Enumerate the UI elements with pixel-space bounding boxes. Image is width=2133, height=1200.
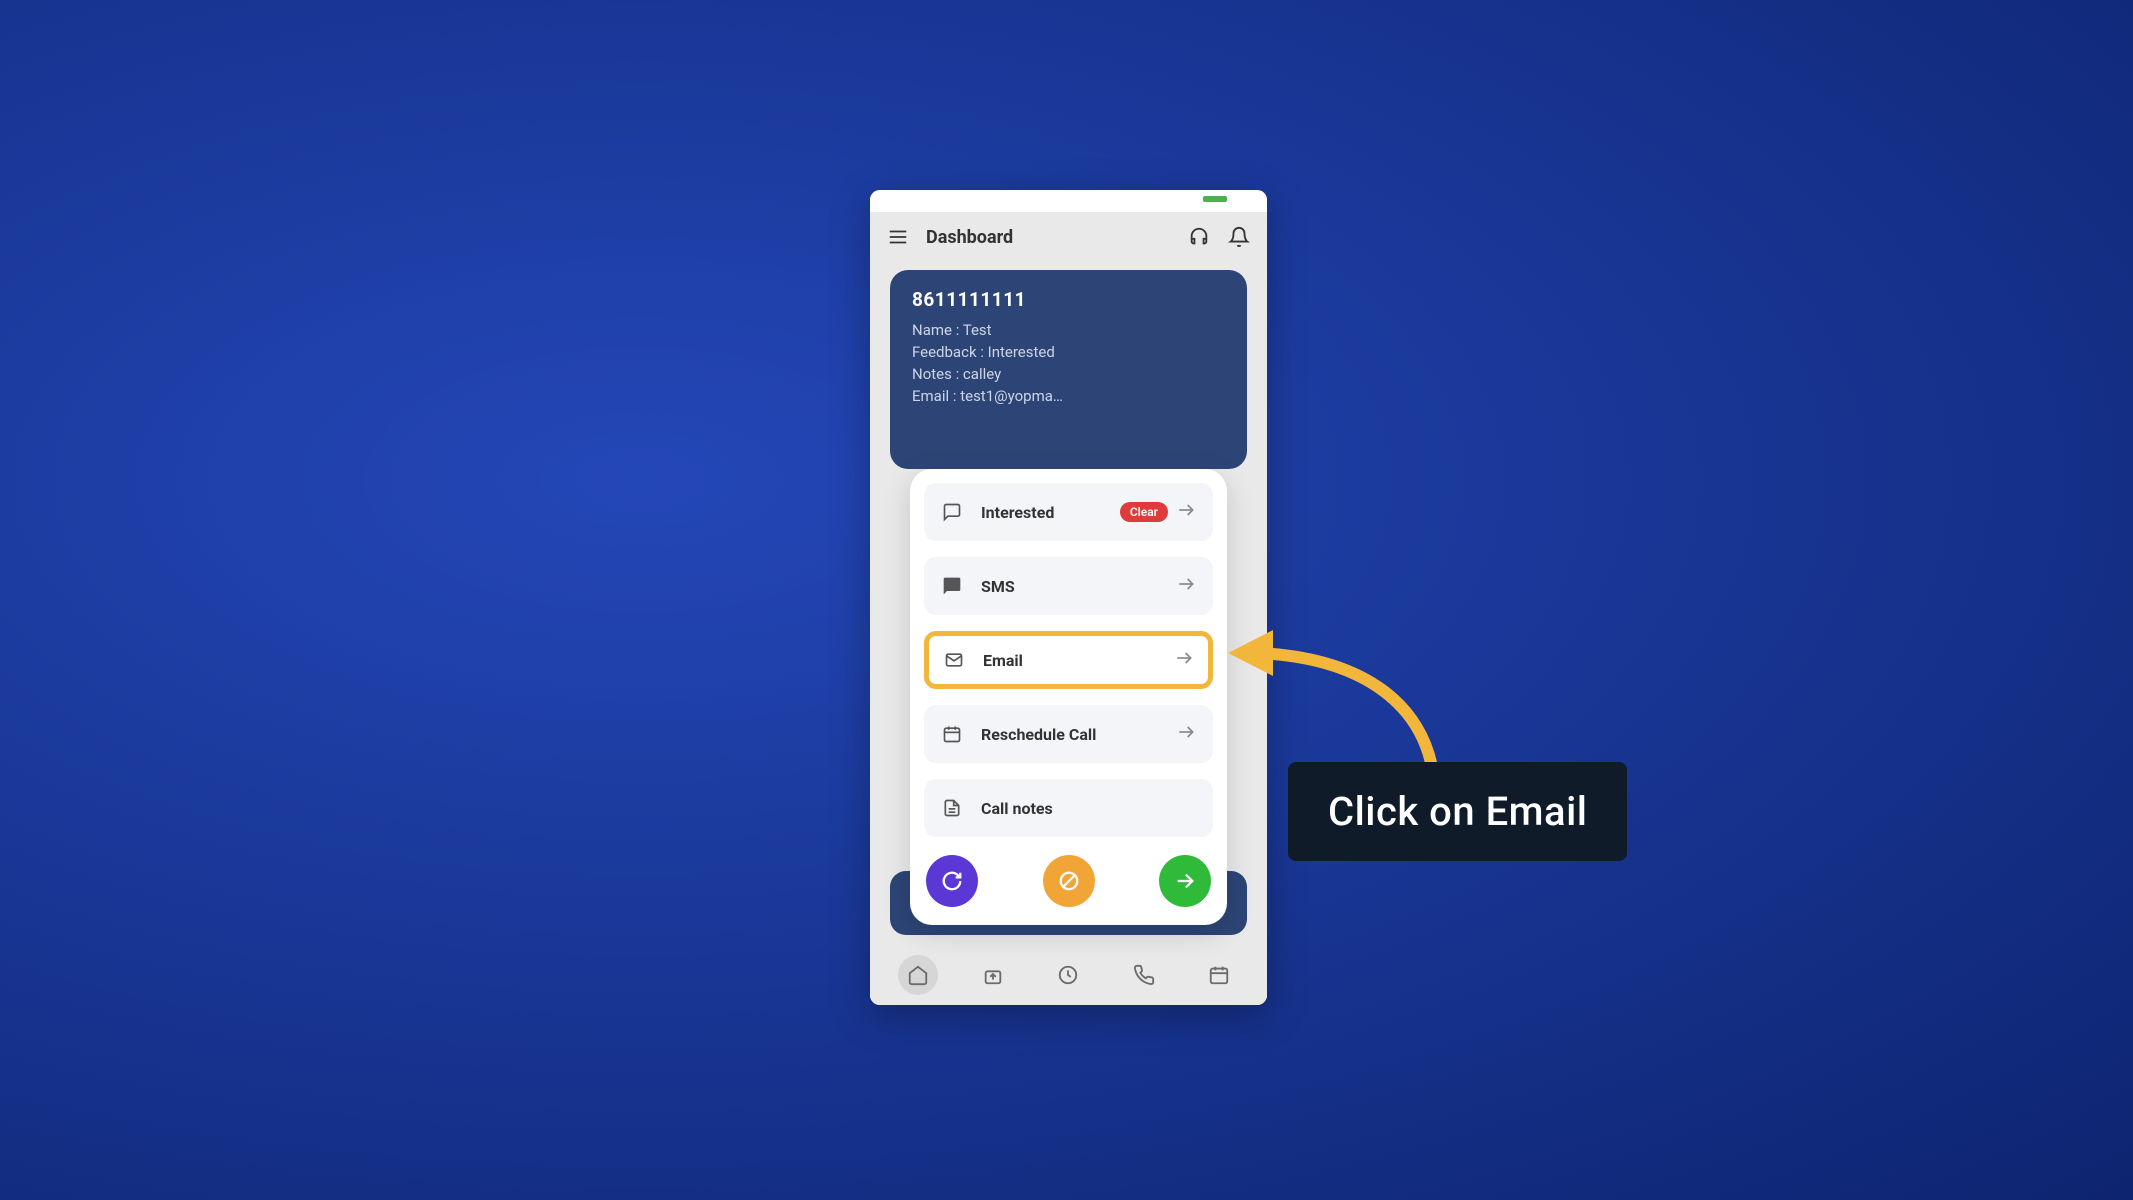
contact-feedback: Feedback : Interested — [912, 343, 1225, 361]
contact-notes: Notes : calley — [912, 365, 1225, 383]
bottom-nav — [870, 945, 1267, 1005]
clear-badge[interactable]: Clear — [1120, 502, 1168, 522]
option-label: SMS — [981, 577, 1176, 596]
refresh-button[interactable] — [926, 855, 978, 907]
calendar-icon — [941, 723, 963, 745]
status-bar — [870, 190, 1267, 212]
proceed-button[interactable] — [1159, 855, 1211, 907]
action-sheet: Interested Clear SMS Email — [910, 469, 1227, 925]
battery-indicator — [1203, 196, 1227, 202]
chat-icon — [941, 501, 963, 523]
nav-upload-icon[interactable] — [973, 955, 1013, 995]
option-reschedule[interactable]: Reschedule Call — [924, 705, 1213, 763]
support-icon[interactable] — [1185, 223, 1213, 251]
option-label: Reschedule Call — [981, 725, 1176, 744]
instruction-callout: Click on Email — [1288, 762, 1627, 861]
contact-card: 8611111111 Name : Test Feedback : Intere… — [890, 270, 1247, 469]
option-label: Interested — [981, 503, 1120, 522]
cancel-button[interactable] — [1043, 855, 1095, 907]
menu-icon[interactable] — [884, 223, 912, 251]
option-sms[interactable]: SMS — [924, 557, 1213, 615]
option-call-notes[interactable]: Call notes — [924, 779, 1213, 837]
nav-history-icon[interactable] — [1048, 955, 1088, 995]
sms-icon — [941, 575, 963, 597]
phone-frame: Dashboard 8611111111 Name : Test Feedbac… — [870, 190, 1267, 1005]
sheet-action-row — [924, 855, 1213, 911]
option-email[interactable]: Email — [924, 631, 1213, 689]
option-interested[interactable]: Interested Clear — [924, 483, 1213, 541]
nav-calendar-icon[interactable] — [1199, 955, 1239, 995]
arrow-right-icon — [1176, 722, 1196, 746]
arrow-right-icon — [1174, 648, 1194, 672]
contact-name: Name : Test — [912, 321, 1225, 339]
option-label: Call notes — [981, 799, 1196, 818]
email-icon — [943, 649, 965, 671]
nav-home-icon[interactable] — [898, 955, 938, 995]
app-backdrop-scrim: Dashboard 8611111111 Name : Test Feedbac… — [870, 212, 1267, 1005]
arrow-right-icon — [1176, 574, 1196, 598]
notes-icon — [941, 797, 963, 819]
option-label: Email — [983, 651, 1174, 670]
contact-email: Email : test1@yopma… — [912, 387, 1225, 405]
contact-phone: 8611111111 — [912, 288, 1225, 311]
app-bar: Dashboard — [870, 212, 1267, 262]
page-title: Dashboard — [926, 227, 1013, 248]
nav-call-icon[interactable] — [1124, 955, 1164, 995]
bell-icon[interactable] — [1225, 223, 1253, 251]
arrow-right-icon — [1176, 500, 1196, 524]
